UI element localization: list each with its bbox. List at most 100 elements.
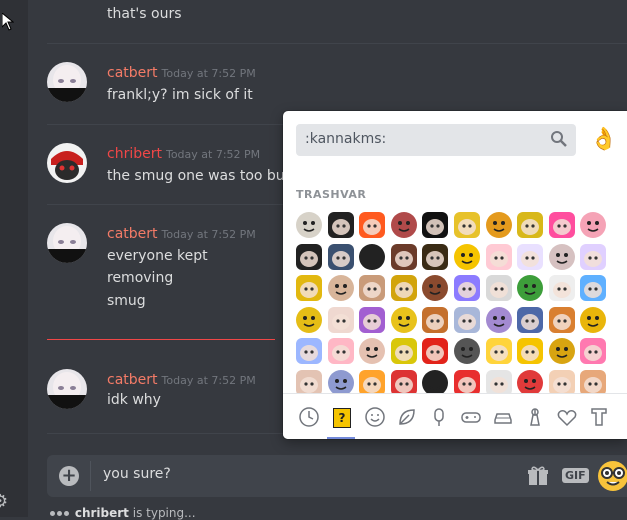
new-messages-divider xyxy=(47,339,275,340)
custom-emoji-icon[interactable] xyxy=(452,242,482,272)
custom-emoji-icon[interactable] xyxy=(357,242,387,272)
custom-emoji-icon[interactable] xyxy=(484,210,514,240)
custom-emoji-icon[interactable] xyxy=(578,242,608,272)
custom-emoji-icon[interactable] xyxy=(294,242,324,272)
username[interactable]: catbert xyxy=(107,372,158,388)
custom-emoji-icon[interactable] xyxy=(294,210,324,240)
food-icecream-icon[interactable] xyxy=(427,405,451,429)
custom-emoji-icon[interactable] xyxy=(515,273,545,303)
emoji-button-nerd-icon[interactable] xyxy=(597,460,627,492)
message-text: smug xyxy=(107,293,146,309)
custom-emoji-icon[interactable] xyxy=(515,305,545,335)
custom-emoji-icon[interactable] xyxy=(326,305,356,335)
custom-emoji-icon[interactable] xyxy=(515,210,545,240)
custom-emoji-icon[interactable] xyxy=(357,336,387,366)
search-icon xyxy=(551,131,567,147)
gift-icon[interactable] xyxy=(527,466,549,486)
custom-emoji-icon[interactable] xyxy=(547,210,577,240)
custom-emoji-icon[interactable] xyxy=(547,273,577,303)
custom-emoji-icon[interactable] xyxy=(484,273,514,303)
custom-emoji-icon[interactable] xyxy=(357,210,387,240)
custom-emoji-icon[interactable] xyxy=(484,242,514,272)
message-text: everyone kept xyxy=(107,248,208,264)
message-text: frankl;y? im sick of it xyxy=(107,87,253,103)
typing-indicator: chribert is typing... xyxy=(50,506,196,520)
custom-emoji-icon[interactable] xyxy=(294,336,324,366)
gear-icon[interactable]: ⚙ xyxy=(0,491,12,512)
custom-emoji-icon[interactable] xyxy=(357,305,387,335)
message-divider xyxy=(47,43,627,44)
emoji-picker: :kannakms: 👌 TRASHVAR ? xyxy=(283,111,627,439)
avatar[interactable] xyxy=(47,223,87,263)
custom-emoji-icon[interactable] xyxy=(420,305,450,335)
composer-divider xyxy=(90,461,91,491)
custom-emoji-icon[interactable] xyxy=(420,242,450,272)
nature-leaf-icon[interactable] xyxy=(395,405,419,429)
emoji-category-tabs: ? xyxy=(283,393,627,439)
symbols-heart-icon[interactable] xyxy=(555,405,579,429)
activity-gamepad-icon[interactable] xyxy=(459,405,483,429)
custom-emoji-icon[interactable] xyxy=(578,210,608,240)
avatar[interactable] xyxy=(47,62,87,102)
custom-emoji-icon[interactable] xyxy=(484,305,514,335)
custom-emoji-icon[interactable] xyxy=(326,210,356,240)
message-text: idk why xyxy=(107,392,161,408)
timestamp: Today at 7:52 PM xyxy=(165,148,261,161)
custom-emoji-icon[interactable] xyxy=(389,336,419,366)
custom-emoji-icon[interactable] xyxy=(452,305,482,335)
custom-emoji-icon[interactable] xyxy=(389,305,419,335)
people-smiley-icon[interactable] xyxy=(363,405,387,429)
custom-emoji-icon[interactable] xyxy=(389,273,419,303)
custom-emoji-icon[interactable] xyxy=(547,242,577,272)
travel-car-icon[interactable] xyxy=(491,405,515,429)
gif-button[interactable]: GIF xyxy=(562,468,589,483)
mouse-cursor-icon xyxy=(2,13,14,31)
custom-emoji-icon[interactable] xyxy=(326,242,356,272)
message-input[interactable]: you sure? xyxy=(103,466,171,482)
emoji-category-header: TRASHVAR xyxy=(296,188,367,201)
username[interactable]: catbert xyxy=(107,226,158,242)
custom-emoji-icon[interactable] xyxy=(578,336,608,366)
message-text: removing xyxy=(107,270,174,286)
custom-emoji-icon[interactable] xyxy=(420,336,450,366)
avatar[interactable] xyxy=(47,143,87,183)
typing-user: chribert xyxy=(74,506,129,520)
emoji-search-value: :kannakms: xyxy=(305,131,387,147)
custom-emoji-icon[interactable] xyxy=(326,336,356,366)
timestamp: Today at 7:52 PM xyxy=(161,228,256,241)
custom-emoji-icon[interactable] xyxy=(294,305,324,335)
custom-emoji-icon[interactable] xyxy=(547,336,577,366)
custom-emoji-icon[interactable] xyxy=(484,336,514,366)
timestamp: Today at 7:52 PM xyxy=(161,374,256,387)
username[interactable]: chribert xyxy=(107,146,162,162)
custom-emoji-icon[interactable] xyxy=(420,210,450,240)
custom-emoji-icon[interactable] xyxy=(452,336,482,366)
ok-hand-icon[interactable]: 👌 xyxy=(590,127,617,152)
custom-emoji-icon[interactable] xyxy=(389,242,419,272)
custom-emoji-icon[interactable] xyxy=(578,305,608,335)
server-rail: ⚙ xyxy=(0,0,28,517)
recent-clock-icon[interactable] xyxy=(297,405,321,429)
custom-emoji-icon[interactable] xyxy=(452,210,482,240)
custom-emoji-icon[interactable] xyxy=(357,273,387,303)
custom-emoji-icon[interactable] xyxy=(515,242,545,272)
username[interactable]: catbert xyxy=(107,65,158,81)
objects-lamp-icon[interactable] xyxy=(523,405,547,429)
custom-emoji-icon[interactable] xyxy=(326,273,356,303)
upload-plus-button[interactable]: + xyxy=(59,466,79,486)
timestamp: Today at 7:52 PM xyxy=(161,67,256,80)
custom-emoji-icon[interactable] xyxy=(578,273,608,303)
custom-emoji-icon[interactable] xyxy=(389,210,419,240)
avatar[interactable] xyxy=(47,369,87,409)
custom-emoji-icon[interactable] xyxy=(294,273,324,303)
custom-emoji-icon[interactable] xyxy=(452,273,482,303)
message-text: the smug one was too but it xyxy=(107,168,304,184)
custom-emoji-icon[interactable] xyxy=(547,305,577,335)
flags-icon[interactable] xyxy=(587,405,611,429)
custom-emoji-icon[interactable] xyxy=(515,336,545,366)
active-tab-indicator xyxy=(327,437,355,439)
custom-emoji-icon[interactable] xyxy=(420,273,450,303)
message-text: that's ours xyxy=(107,6,182,22)
custom-server-tab-icon[interactable]: ? xyxy=(333,408,351,428)
emoji-search-input[interactable]: :kannakms: xyxy=(296,124,576,156)
